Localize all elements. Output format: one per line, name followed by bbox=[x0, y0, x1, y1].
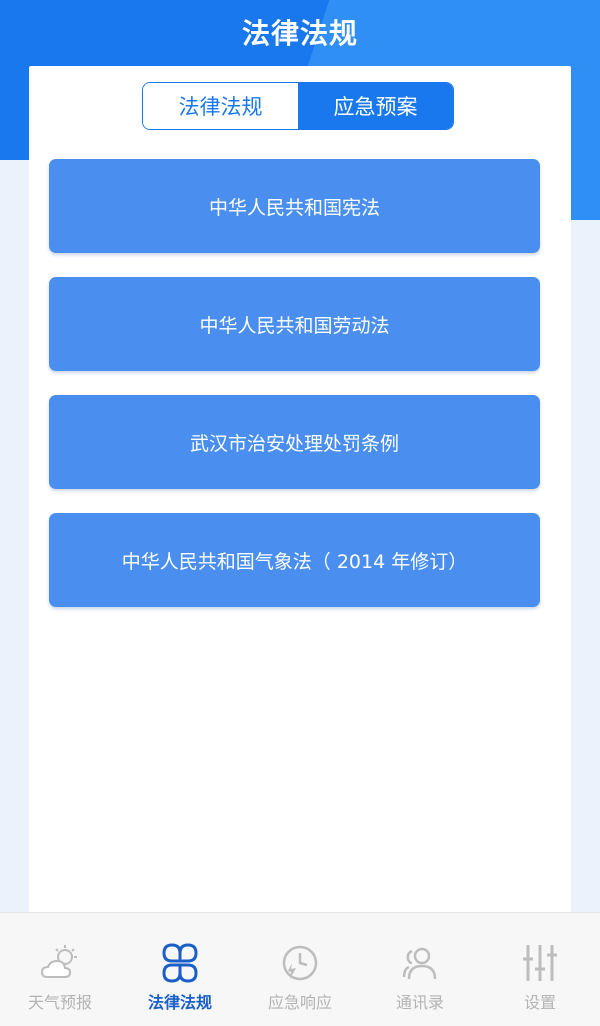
nav-item-contacts[interactable]: 通讯录 bbox=[360, 913, 480, 1026]
nav-item-emergency-response[interactable]: 应急响应 bbox=[240, 913, 360, 1026]
law-item-constitution[interactable]: 中华人民共和国宪法 bbox=[49, 159, 540, 253]
law-item-labor-law[interactable]: 中华人民共和国劳动法 bbox=[49, 277, 540, 371]
law-list: 中华人民共和国宪法 中华人民共和国劳动法 武汉市治安处理处罚条例 中华人民共和国… bbox=[49, 159, 540, 631]
app-screen: 法律法规 法律法规 应急预案 中华人民共和国宪法 中华人民共和国劳动法 武汉市治… bbox=[0, 0, 600, 1026]
bottom-navigation: 天气预报 法律法规 应急响应 通讯录 设置 bbox=[0, 912, 600, 1026]
law-item-wuhan-security-regulation[interactable]: 武汉市治安处理处罚条例 bbox=[49, 395, 540, 489]
weather-icon bbox=[40, 945, 77, 978]
settings-sliders-icon bbox=[523, 945, 557, 981]
nav-label-settings: 设置 bbox=[523, 993, 556, 1012]
content-card: 法律法规 应急预案 中华人民共和国宪法 中华人民共和国劳动法 武汉市治安处理处罚… bbox=[29, 66, 571, 916]
nav-item-settings[interactable]: 设置 bbox=[480, 913, 600, 1026]
law-item-meteorology-law[interactable]: 中华人民共和国气象法（ 2014 年修订） bbox=[49, 513, 540, 607]
emergency-response-icon bbox=[282, 945, 318, 981]
nav-label-weather: 天气预报 bbox=[27, 993, 92, 1012]
tab-laws[interactable]: 法律法规 bbox=[143, 83, 298, 129]
nav-item-weather[interactable]: 天气预报 bbox=[0, 913, 120, 1026]
nav-item-laws[interactable]: 法律法规 bbox=[120, 913, 240, 1026]
nav-label-emergency-response: 应急响应 bbox=[267, 993, 332, 1012]
segmented-tabs: 法律法规 应急预案 bbox=[142, 82, 454, 130]
nav-label-laws: 法律法规 bbox=[147, 993, 212, 1012]
page-title: 法律法规 bbox=[241, 17, 358, 50]
laws-icon bbox=[162, 943, 198, 983]
contacts-icon bbox=[402, 947, 437, 980]
nav-label-contacts: 通讯录 bbox=[395, 993, 444, 1012]
tab-emergency-plans[interactable]: 应急预案 bbox=[298, 83, 453, 129]
